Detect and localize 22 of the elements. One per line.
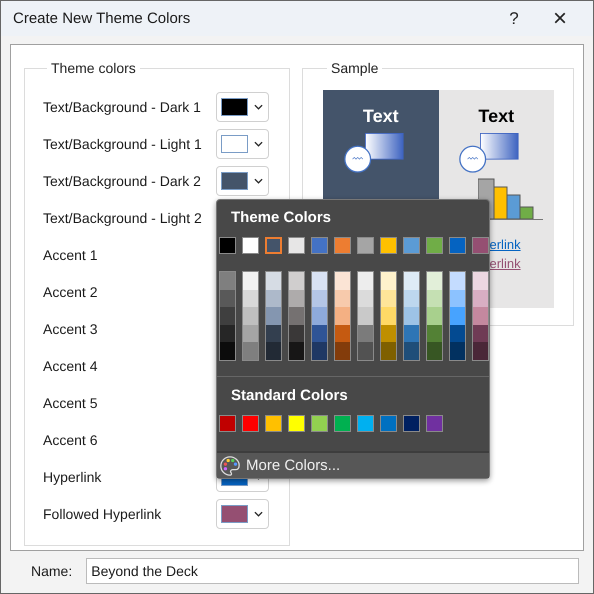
color-label: Hyperlink — [43, 469, 102, 485]
color-label: Text/Background - Dark 2 — [43, 173, 202, 189]
menu-heading: Theme Colors — [231, 209, 332, 226]
color-label: Followed Hyperlink — [43, 506, 162, 522]
group-title: Theme colors — [50, 60, 137, 76]
color-label: Accent 6 — [43, 432, 98, 448]
hyperlink-sample: erlink — [490, 237, 521, 252]
color-label: Accent 5 — [43, 395, 98, 411]
color-label: Text/Background - Light 1 — [43, 136, 203, 152]
color-label: Accent 2 — [43, 284, 98, 300]
color-label: Accent 4 — [43, 358, 98, 374]
menu-heading: Standard Colors — [231, 386, 349, 404]
color-label: Accent 1 — [43, 247, 98, 263]
name-label: Name: — [31, 563, 72, 579]
sample-text: Text — [478, 106, 514, 127]
window-title: Create New Theme Colors — [13, 10, 192, 27]
color-label: Text/Background - Dark 1 — [43, 99, 202, 115]
followed-hyperlink-sample: erlink — [490, 256, 521, 271]
group-title: Sample — [330, 60, 380, 76]
color-label: Text/Background - Light 2 — [43, 210, 203, 226]
sample-text: Text — [362, 106, 399, 127]
color-label: Accent 3 — [43, 321, 98, 337]
